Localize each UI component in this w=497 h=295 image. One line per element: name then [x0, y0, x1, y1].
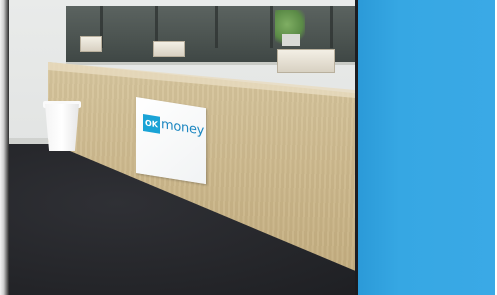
sign-logo-mark: OK	[143, 114, 160, 134]
glass-divider	[270, 6, 273, 48]
baseboard	[9, 138, 49, 144]
plant-pot	[282, 34, 300, 46]
company-sign	[136, 97, 206, 185]
teller-slot	[277, 49, 335, 73]
teller-slot	[153, 41, 185, 57]
glass-divider	[215, 6, 218, 48]
sign-logo-text: OK	[145, 118, 158, 130]
photo-left-frame	[0, 0, 9, 295]
waste-bin	[45, 104, 79, 151]
office-reception-photo: OK money	[0, 0, 497, 295]
glass-divider	[330, 6, 333, 48]
teller-slot	[80, 36, 102, 52]
blue-wall-panel	[358, 0, 495, 295]
